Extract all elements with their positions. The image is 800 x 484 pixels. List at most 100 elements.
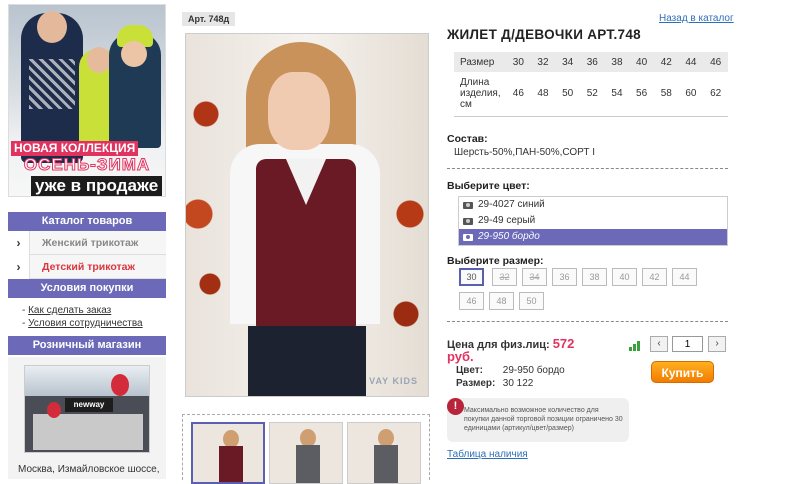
model-vest xyxy=(256,159,356,329)
color-select-list: 29-4027 синий 29-49 серый 29-950 бордо xyxy=(458,196,728,246)
article-label: Арт. 748д xyxy=(182,12,236,26)
promo-season: ОСЕНЬ-ЗИМА xyxy=(23,155,151,174)
page-title: ЖИЛЕТ Д/ДЕВОЧКИ АРТ.748 xyxy=(447,27,641,42)
table-cell: 46 xyxy=(506,72,531,117)
selected-size-value: 30 122 xyxy=(502,378,534,389)
table-row: Размер 30 32 34 36 38 40 42 44 46 xyxy=(454,52,728,72)
list-item: - Условия сотрудничества xyxy=(22,318,143,329)
table-cell: 36 xyxy=(579,52,605,72)
thumb-body xyxy=(296,445,320,483)
cooperation-terms-link[interactable]: Условия сотрудничества xyxy=(28,318,143,329)
table-cell: 40 xyxy=(629,52,654,72)
table-cell: 54 xyxy=(604,72,630,117)
thumb-body xyxy=(219,446,243,482)
table-cell: 46 xyxy=(703,52,728,72)
list-item: - Как сделать заказ xyxy=(22,305,112,316)
camera-icon xyxy=(463,201,473,209)
quantity-decrease-button[interactable]: ‹ xyxy=(650,336,668,352)
thumbnail-strip xyxy=(182,414,430,484)
selected-size-label: Размер: xyxy=(456,378,496,389)
camera-icon xyxy=(463,233,473,241)
chevron-right-icon: › xyxy=(8,230,30,255)
size-table: Размер 30 32 34 36 38 40 42 44 46 Длина … xyxy=(454,52,728,117)
table-cell: 42 xyxy=(653,52,679,72)
camera-icon xyxy=(463,217,473,225)
conditions-list: - Как сделать заказ - Условия сотрудниче… xyxy=(8,298,166,336)
table-cell: 60 xyxy=(678,72,704,117)
model-skirt xyxy=(248,326,366,396)
color-option-label: 29-49 серый xyxy=(478,215,536,226)
size-button-40[interactable]: 40 xyxy=(612,268,637,286)
table-header-cell: Размер xyxy=(454,52,506,72)
divider xyxy=(447,168,728,169)
store-address: Москва, Измайловское шоссе, xyxy=(18,464,160,475)
table-row: Длина изделия, см 46 48 50 52 54 56 58 6… xyxy=(454,72,728,117)
color-option-bordeaux[interactable]: 29-950 бордо xyxy=(459,229,727,245)
table-cell: 48 xyxy=(530,72,556,117)
stock-level-icon xyxy=(629,341,641,351)
table-cell: 52 xyxy=(579,72,605,117)
table-cell: 58 xyxy=(653,72,679,117)
divider xyxy=(447,321,728,322)
price-currency: руб. xyxy=(447,349,474,364)
quantity-input[interactable] xyxy=(672,336,703,352)
sidebar: НОВАЯ КОЛЛЕКЦИЯ ОСЕНЬ-ЗИМА уже в продаже… xyxy=(8,4,166,479)
sidebar-item-womens-knitwear[interactable]: › Женский трикотаж xyxy=(8,230,166,255)
promo-model-woman xyxy=(109,25,161,148)
color-option-label: 29-4027 синий xyxy=(478,199,545,210)
size-button-34[interactable]: 34 xyxy=(522,268,547,286)
size-button-44[interactable]: 44 xyxy=(672,268,697,286)
table-cell: 34 xyxy=(555,52,580,72)
sidebar-item-label[interactable]: Детский трикотаж xyxy=(30,261,135,273)
color-option-label: 29-950 бордо xyxy=(478,231,540,242)
table-cell: 56 xyxy=(629,72,654,117)
promo-subtitle: уже в продаже xyxy=(31,176,163,196)
selected-color-row: Цвет: 29-950 бордо xyxy=(456,365,565,376)
size-button-50[interactable]: 50 xyxy=(519,292,544,310)
table-cell: 30 xyxy=(506,52,531,72)
store-block: newway Москва, Измайловское шоссе, xyxy=(8,357,166,479)
warning-icon: ! xyxy=(447,398,464,415)
sidebar-item-kids-knitwear[interactable]: › Детский трикотаж xyxy=(8,254,166,279)
promo-title: НОВАЯ КОЛЛЕКЦИЯ xyxy=(11,141,139,156)
size-button-42[interactable]: 42 xyxy=(642,268,667,286)
size-button-46[interactable]: 46 xyxy=(459,292,484,310)
size-button-32[interactable]: 32 xyxy=(492,268,517,286)
buy-button[interactable]: Купить xyxy=(651,361,714,383)
store-sign: newway xyxy=(65,398,113,412)
color-select-label: Выберите цвет: xyxy=(447,180,530,192)
quantity-increase-button[interactable]: › xyxy=(708,336,726,352)
color-option-grey[interactable]: 29-49 серый xyxy=(459,213,727,229)
thumbnail-3[interactable] xyxy=(347,422,421,484)
thumb-body xyxy=(374,445,398,483)
selected-color-label: Цвет: xyxy=(456,365,483,376)
color-option-blue[interactable]: 29-4027 синий xyxy=(459,197,727,213)
size-button-36[interactable]: 36 xyxy=(552,268,577,286)
table-cell: 50 xyxy=(555,72,580,117)
sidebar-item-label[interactable]: Женский трикотаж xyxy=(30,237,138,249)
thumbnail-2[interactable] xyxy=(269,422,343,484)
size-button-48[interactable]: 48 xyxy=(489,292,514,310)
product-main-photo[interactable]: VAY KIDS xyxy=(185,33,429,397)
how-to-order-link[interactable]: Как сделать заказ xyxy=(28,305,111,316)
table-cell: 38 xyxy=(604,52,630,72)
stock-table-link[interactable]: Таблица наличия xyxy=(447,449,528,460)
table-cell: 44 xyxy=(678,52,704,72)
composition-value: Шерсть-50%,ПАН-50%,СОРТ I xyxy=(454,147,596,158)
selected-size-row: Размер: 30 122 xyxy=(456,378,533,389)
conditions-header: Условия покупки xyxy=(8,279,166,298)
thumbnail-1[interactable] xyxy=(191,422,265,484)
store-window xyxy=(33,414,143,450)
store-photo[interactable]: newway xyxy=(24,365,150,453)
brand-watermark: VAY KIDS xyxy=(369,376,418,386)
promo-banner[interactable]: НОВАЯ КОЛЛЕКЦИЯ ОСЕНЬ-ЗИМА уже в продаже xyxy=(8,4,166,197)
balloon-icon xyxy=(111,374,129,396)
size-button-30[interactable]: 30 xyxy=(459,268,484,286)
price-value: 572 xyxy=(552,336,575,351)
table-header-cell: Длина изделия, см xyxy=(454,72,506,117)
store-header: Розничный магазин xyxy=(8,336,166,355)
back-to-catalog-link[interactable]: Назад в каталог xyxy=(659,13,734,24)
size-button-38[interactable]: 38 xyxy=(582,268,607,286)
store-ceiling xyxy=(25,366,149,396)
autumn-leaves-decor xyxy=(388,184,428,384)
